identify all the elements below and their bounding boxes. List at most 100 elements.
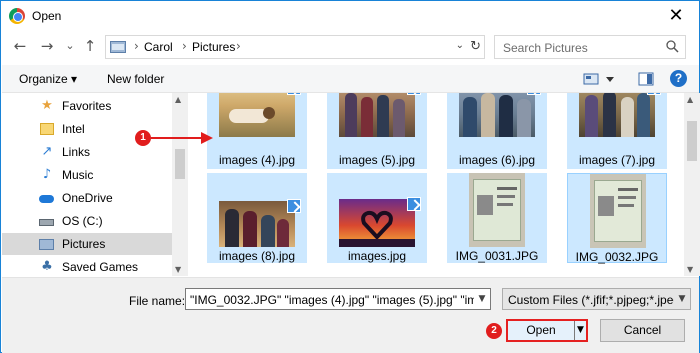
file-list: images (4).jpg images (5).jpg images (6)… <box>193 93 683 276</box>
refresh-icon[interactable]: ↻ <box>470 39 481 54</box>
file-list-scrollbar[interactable]: ▲ ▼ <box>684 93 700 276</box>
breadcrumb-pictures[interactable]: Pictures <box>192 40 235 54</box>
chrome-icon <box>9 8 25 24</box>
open-button[interactable]: Open ▼ <box>506 319 588 342</box>
sidebar-item-label: OS (C:) <box>62 214 103 228</box>
search-placeholder: Search Pictures <box>503 41 588 55</box>
chevron-down-icon[interactable]: ▼ <box>674 289 690 309</box>
selected-check-icon <box>647 93 661 95</box>
cancel-button[interactable]: Cancel <box>600 319 685 342</box>
file-name-value: "IMG_0032.JPG" "images (4).jpg" "images … <box>190 293 490 307</box>
new-folder-button[interactable]: New folder <box>107 72 164 86</box>
sidebar-item-label: Intel <box>62 122 85 136</box>
breadcrumb-separator: › <box>182 39 187 53</box>
scrollbar-thumb[interactable] <box>175 149 185 179</box>
sidebar-item-music[interactable]: ♪ Music <box>2 164 172 186</box>
back-button[interactable]: ← <box>11 37 29 55</box>
forward-button[interactable]: → <box>38 37 56 55</box>
file-item-img-0032[interactable]: IMG_0032.JPG <box>567 173 667 264</box>
file-thumbnail <box>339 93 415 137</box>
open-dialog: Open ✕ ← → ⌄ ↑ › Carol › Pictures › ⌄ ↻ … <box>0 0 700 353</box>
scroll-down-icon[interactable]: ▼ <box>175 265 181 274</box>
file-item-images-4[interactable]: images (4).jpg <box>207 93 307 169</box>
search-input[interactable]: Search Pictures <box>494 35 686 59</box>
recent-locations-button[interactable]: ⌄ <box>61 37 79 55</box>
sidebar-item-os-c[interactable]: OS (C:) <box>2 210 172 232</box>
file-item-images-8[interactable]: images (8).jpg <box>207 173 307 263</box>
music-icon: ♪ <box>42 167 52 182</box>
up-button[interactable]: ↑ <box>81 37 99 55</box>
navigation-pane: ★ Favorites Intel ↗ Links ♪ Music OneDri… <box>2 93 188 276</box>
search-icon <box>666 40 679 53</box>
sidebar-item-label: Music <box>62 168 94 182</box>
view-dropdown-icon[interactable] <box>606 77 614 82</box>
selected-check-icon <box>407 93 421 95</box>
scrollbar-thumb[interactable] <box>687 121 697 161</box>
open-split-dropdown-icon[interactable]: ▼ <box>574 321 586 340</box>
file-item-images-7[interactable]: images (7).jpg <box>567 93 667 169</box>
file-thumbnail <box>339 199 415 247</box>
file-name-input[interactable]: "IMG_0032.JPG" "images (4).jpg" "images … <box>185 288 491 310</box>
file-item-images-5[interactable]: images (5).jpg <box>327 93 427 169</box>
file-name: IMG_0032.JPG <box>575 250 659 264</box>
file-name-label: File name: <box>129 294 186 308</box>
scroll-up-icon[interactable]: ▲ <box>175 95 181 104</box>
star-icon: ★ <box>41 98 53 113</box>
sidebar-item-label: Favorites <box>62 99 112 113</box>
sidebar-item-favorites[interactable]: ★ Favorites <box>2 95 172 117</box>
sidebar-item-pictures[interactable]: Pictures <box>2 233 172 255</box>
selected-check-icon <box>287 93 301 95</box>
breadcrumb-separator: › <box>236 39 241 53</box>
selected-check-icon <box>407 197 421 211</box>
file-thumbnail <box>219 201 295 247</box>
pictures-folder-icon <box>110 41 126 53</box>
preview-pane-icon[interactable] <box>638 72 654 86</box>
navigation-scrollbar[interactable]: ▲ ▼ <box>172 93 188 276</box>
sidebar-item-onedrive[interactable]: OneDrive <box>2 187 172 209</box>
file-item-img-0031[interactable]: IMG_0031.JPG <box>447 173 547 263</box>
heart-hands-shape <box>361 210 393 239</box>
open-button-label: Open <box>526 323 556 337</box>
file-item-images[interactable]: images.jpg <box>327 173 427 263</box>
address-bar[interactable]: › Carol › Pictures › ⌄ ↻ <box>105 35 485 59</box>
title-bar: Open ✕ <box>1 1 699 31</box>
file-name: images (5).jpg <box>338 153 416 167</box>
help-icon[interactable]: ? <box>670 70 687 87</box>
file-thumbnail <box>469 173 525 247</box>
pictures-icon <box>39 236 55 252</box>
drive-icon <box>39 213 55 229</box>
close-button[interactable]: ✕ <box>659 3 693 29</box>
breadcrumb-carol[interactable]: Carol <box>144 40 173 54</box>
selected-check-icon <box>527 93 541 95</box>
chevron-down-icon[interactable]: ▼ <box>474 289 490 309</box>
file-thumbnail <box>579 93 655 137</box>
cloud-icon <box>39 190 55 206</box>
dialog-title: Open <box>32 9 62 23</box>
file-thumbnail <box>590 174 646 248</box>
scroll-up-icon[interactable]: ▲ <box>687 95 693 104</box>
links-icon: ↗ <box>41 144 53 159</box>
sidebar-item-label: Links <box>62 145 91 159</box>
sidebar-item-label: Pictures <box>62 237 106 251</box>
view-options-icon[interactable] <box>583 72 599 86</box>
folder-icon <box>39 121 55 137</box>
scroll-down-icon[interactable]: ▼ <box>687 265 693 274</box>
games-icon: ♣ <box>41 259 53 274</box>
address-dropdown-icon[interactable]: ⌄ <box>456 40 464 51</box>
file-name: images (7).jpg <box>578 153 656 167</box>
file-name: images.jpg <box>347 249 407 263</box>
annotation-marker-2: 2 <box>486 323 502 339</box>
sidebar-item-label: Saved Games <box>62 260 139 274</box>
file-item-images-6[interactable]: images (6).jpg <box>447 93 547 169</box>
breadcrumb-separator: › <box>134 39 139 53</box>
file-name: images (6).jpg <box>458 153 536 167</box>
annotation-arrow-icon <box>151 132 213 144</box>
file-thumbnail <box>219 93 295 137</box>
command-toolbar: Organize ▾ New folder ? <box>2 65 699 93</box>
file-type-value: Custom Files (*.jfif;*.pjpeg;*.jpeg;*.pj… <box>508 293 690 307</box>
organize-menu[interactable]: Organize ▾ <box>19 72 77 86</box>
sidebar-item-label: OneDrive <box>62 191 113 205</box>
sidebar-item-saved-games[interactable]: ♣ Saved Games <box>2 256 172 276</box>
file-type-select[interactable]: Custom Files (*.jfif;*.pjpeg;*.jpeg;*.pj… <box>502 288 691 310</box>
file-name: images (8).jpg <box>218 249 296 263</box>
